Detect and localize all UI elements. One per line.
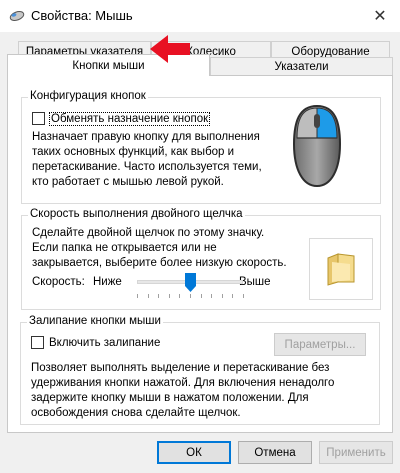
window-title: Свойства: Мышь <box>31 8 133 23</box>
mouse-icon <box>9 11 25 21</box>
mouse-icon <box>292 104 342 188</box>
slider-tick <box>158 294 160 298</box>
cancel-button[interactable]: Отмена <box>238 441 312 464</box>
speed-label: Скорость: <box>32 276 85 288</box>
arrow-left-icon <box>150 35 190 63</box>
text-line: Позволяет выполнять выделение и перетаск… <box>31 362 330 374</box>
group-title: Залипание кнопки мыши <box>27 315 163 327</box>
text-line: удерживания кнопки нажатой. Для включени… <box>31 377 335 389</box>
text-line: таких основных функций, как выбор и <box>32 146 235 158</box>
slider-tick <box>211 294 213 298</box>
tab-label: Кнопки мыши <box>72 59 145 72</box>
swap-description: Назначает правую кнопку для выполнения т… <box>32 130 292 190</box>
tab-label: Указатели <box>274 61 329 73</box>
text-line: Назначает правую кнопку для выполнения <box>32 131 260 143</box>
ok-button[interactable]: ОК <box>157 441 231 464</box>
checkbox-label: Включить залипание <box>49 336 161 349</box>
folder-icon[interactable] <box>326 252 356 286</box>
checkbox-box[interactable] <box>32 112 45 125</box>
click-lock-checkbox[interactable]: Включить залипание <box>31 336 160 349</box>
text-line: кто работает с мышью левой рукой. <box>32 176 224 188</box>
swap-buttons-checkbox[interactable]: Обменять назначение кнопок <box>32 111 211 126</box>
slider-tick <box>168 294 170 298</box>
click-lock-settings-button[interactable]: Параметры... <box>274 333 366 356</box>
slider-thumb[interactable] <box>184 273 196 292</box>
slider-tick <box>243 294 244 298</box>
slow-label: Ниже <box>93 276 122 288</box>
slider-tick <box>137 294 138 298</box>
checkbox-label: Обменять назначение кнопок <box>48 111 211 126</box>
fast-label: Выше <box>239 276 271 288</box>
text-line: перетаскивание. Часто используется теми, <box>32 161 262 173</box>
group-title: Скорость выполнения двойного щелчка <box>28 208 245 220</box>
slider-tick <box>179 294 181 298</box>
click-lock-description: Позволяет выполнять выделение и перетаск… <box>31 361 376 421</box>
group-title: Конфигурация кнопок <box>28 90 148 102</box>
apply-button[interactable]: Применить <box>319 441 393 464</box>
text-line: закрывается, выберите более низкую скоро… <box>32 257 287 269</box>
title-bar: Свойства: Мышь ✕ <box>0 0 400 32</box>
text-line: освобождения снова сделайте щелчок. <box>31 407 241 419</box>
button-label: ОК <box>186 446 202 459</box>
button-label: Параметры... <box>284 338 356 351</box>
slider-tick <box>200 294 202 298</box>
close-icon: ✕ <box>373 8 387 25</box>
text-line: задержите кнопку мыши в нажатом положени… <box>31 392 309 404</box>
slider-tick <box>190 294 191 298</box>
slider-tick <box>232 294 234 298</box>
tab-label: Оборудование <box>291 45 370 58</box>
text-line: Сделайте двойной щелчок по этому значку. <box>32 227 265 239</box>
text-line: Если папка не открывается или не <box>32 242 217 254</box>
button-label: Применить <box>326 446 386 459</box>
checkbox-box[interactable] <box>31 336 44 349</box>
double-click-description: Сделайте двойной щелчок по этому значку.… <box>32 226 312 271</box>
close-button[interactable]: ✕ <box>360 0 400 32</box>
tab-pointers[interactable]: Указатели <box>210 57 393 76</box>
slider-tick <box>221 294 223 298</box>
button-label: Отмена <box>254 446 296 459</box>
slider-tick <box>147 294 149 298</box>
double-click-test-area[interactable] <box>309 238 373 300</box>
